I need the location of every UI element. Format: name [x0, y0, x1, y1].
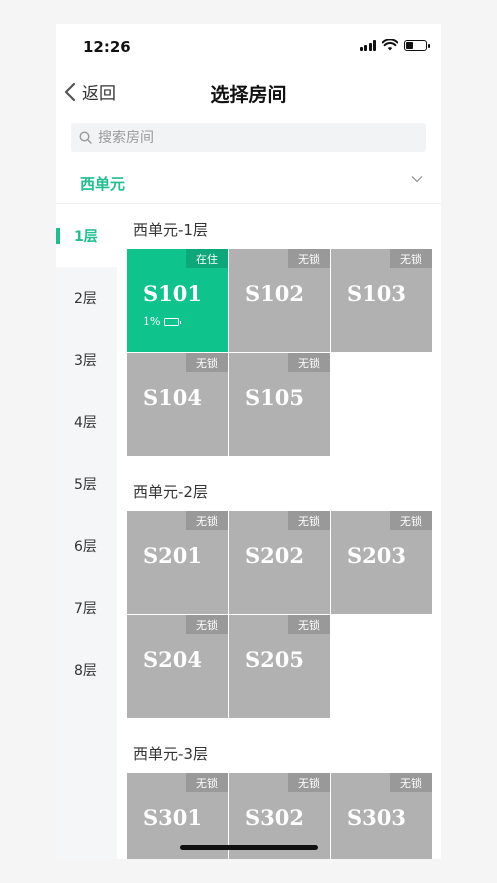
room-card-s102[interactable]: 无锁 S102: [229, 249, 330, 352]
room-name: S205: [245, 647, 305, 672]
floor-item-label: 6层: [74, 539, 97, 555]
section-title: 西单元-3层: [133, 745, 208, 763]
search-input[interactable]: [98, 129, 398, 146]
room-card-s204[interactable]: 无锁 S204: [127, 615, 228, 718]
search-bar[interactable]: [71, 123, 426, 152]
unit-selector[interactable]: 西单元: [56, 162, 441, 204]
home-indicator: [180, 845, 318, 850]
status-badge: 无锁: [186, 615, 228, 634]
room-card-s103[interactable]: 无锁 S103: [331, 249, 432, 352]
room-card-s205[interactable]: 无锁 S205: [229, 615, 330, 718]
floor-item-label: 5层: [74, 477, 97, 493]
room-name: S301: [143, 805, 203, 830]
room-card-s105[interactable]: 无锁 S105: [229, 353, 330, 456]
room-name: S101: [143, 281, 203, 306]
status-badge: 在住: [186, 249, 228, 268]
status-badge: 无锁: [288, 615, 330, 634]
room-name: S102: [245, 281, 305, 306]
signal-icon: [359, 39, 376, 51]
floor-item-3[interactable]: 3层: [56, 329, 117, 391]
page-title: 选择房间: [210, 84, 287, 106]
floor-item-8[interactable]: 8层: [56, 639, 117, 701]
floor-item-label: 3层: [74, 353, 97, 369]
room-card-s201[interactable]: 无锁 S201: [127, 511, 228, 614]
room-name: S105: [245, 385, 305, 410]
battery-icon: [404, 39, 430, 51]
status-badge: 无锁: [288, 249, 330, 268]
room-name: S203: [347, 543, 407, 568]
chevron-down-icon: [411, 176, 423, 183]
room-name: S302: [245, 805, 305, 830]
floor-item-label: 1层: [74, 229, 98, 245]
status-bar: 12:26: [56, 24, 441, 68]
floor-item-label: 4层: [74, 415, 97, 431]
floor-item-label: 7层: [74, 601, 97, 617]
status-badge: 无锁: [390, 249, 432, 268]
power-level: 1%: [143, 315, 182, 328]
floor-item-1[interactable]: 1层: [56, 205, 117, 267]
floor-item-label: 2层: [74, 291, 97, 307]
floor-item-2[interactable]: 2层: [56, 267, 117, 329]
floor-sidebar: 1层 2层 3层 4层 5层 6层 7层 8层: [56, 205, 117, 859]
power-value: 1%: [143, 315, 161, 328]
room-name: S103: [347, 281, 407, 306]
unit-selector-label: 西单元: [80, 175, 126, 193]
room-name: S104: [143, 385, 203, 410]
room-card-s104[interactable]: 无锁 S104: [127, 353, 228, 456]
nav-bar: 返回 选择房间: [56, 68, 441, 116]
status-badge: 无锁: [186, 773, 228, 792]
status-badge: 无锁: [186, 511, 228, 530]
wifi-icon: [382, 39, 398, 51]
room-card-s202[interactable]: 无锁 S202: [229, 511, 330, 614]
status-badge: 无锁: [390, 511, 432, 530]
room-name: S204: [143, 647, 203, 672]
room-card-s101[interactable]: 在住 S101 1%: [127, 249, 228, 352]
floor-item-label: 8层: [74, 663, 97, 679]
floor-item-4[interactable]: 4层: [56, 391, 117, 453]
status-badge: 无锁: [186, 353, 228, 372]
section-title: 西单元-2层: [133, 483, 208, 501]
section-title: 西单元-1层: [133, 221, 208, 239]
room-name: S202: [245, 543, 305, 568]
floor-item-7[interactable]: 7层: [56, 577, 117, 639]
floor-item-5[interactable]: 5层: [56, 453, 117, 515]
status-badge: 无锁: [288, 353, 330, 372]
status-badge: 无锁: [390, 773, 432, 792]
room-list: 西单元-1层在住 S101 1% 无锁 S102 无锁 S103 无锁 S104 无锁 S105 西单…: [117, 205, 441, 859]
battery-icon: [164, 317, 182, 326]
status-icons: [359, 39, 430, 51]
room-card-s303[interactable]: 无锁 S303: [331, 773, 432, 859]
search-icon: [79, 131, 92, 144]
status-time: 12:26: [83, 38, 131, 56]
phone-screen: 12:26 返回 选择房间 西单元: [56, 24, 441, 859]
floor-item-6[interactable]: 6层: [56, 515, 117, 577]
room-name: S201: [143, 543, 203, 568]
status-badge: 无锁: [288, 773, 330, 792]
status-badge: 无锁: [288, 511, 330, 530]
room-name: S303: [347, 805, 407, 830]
room-card-s203[interactable]: 无锁 S203: [331, 511, 432, 614]
